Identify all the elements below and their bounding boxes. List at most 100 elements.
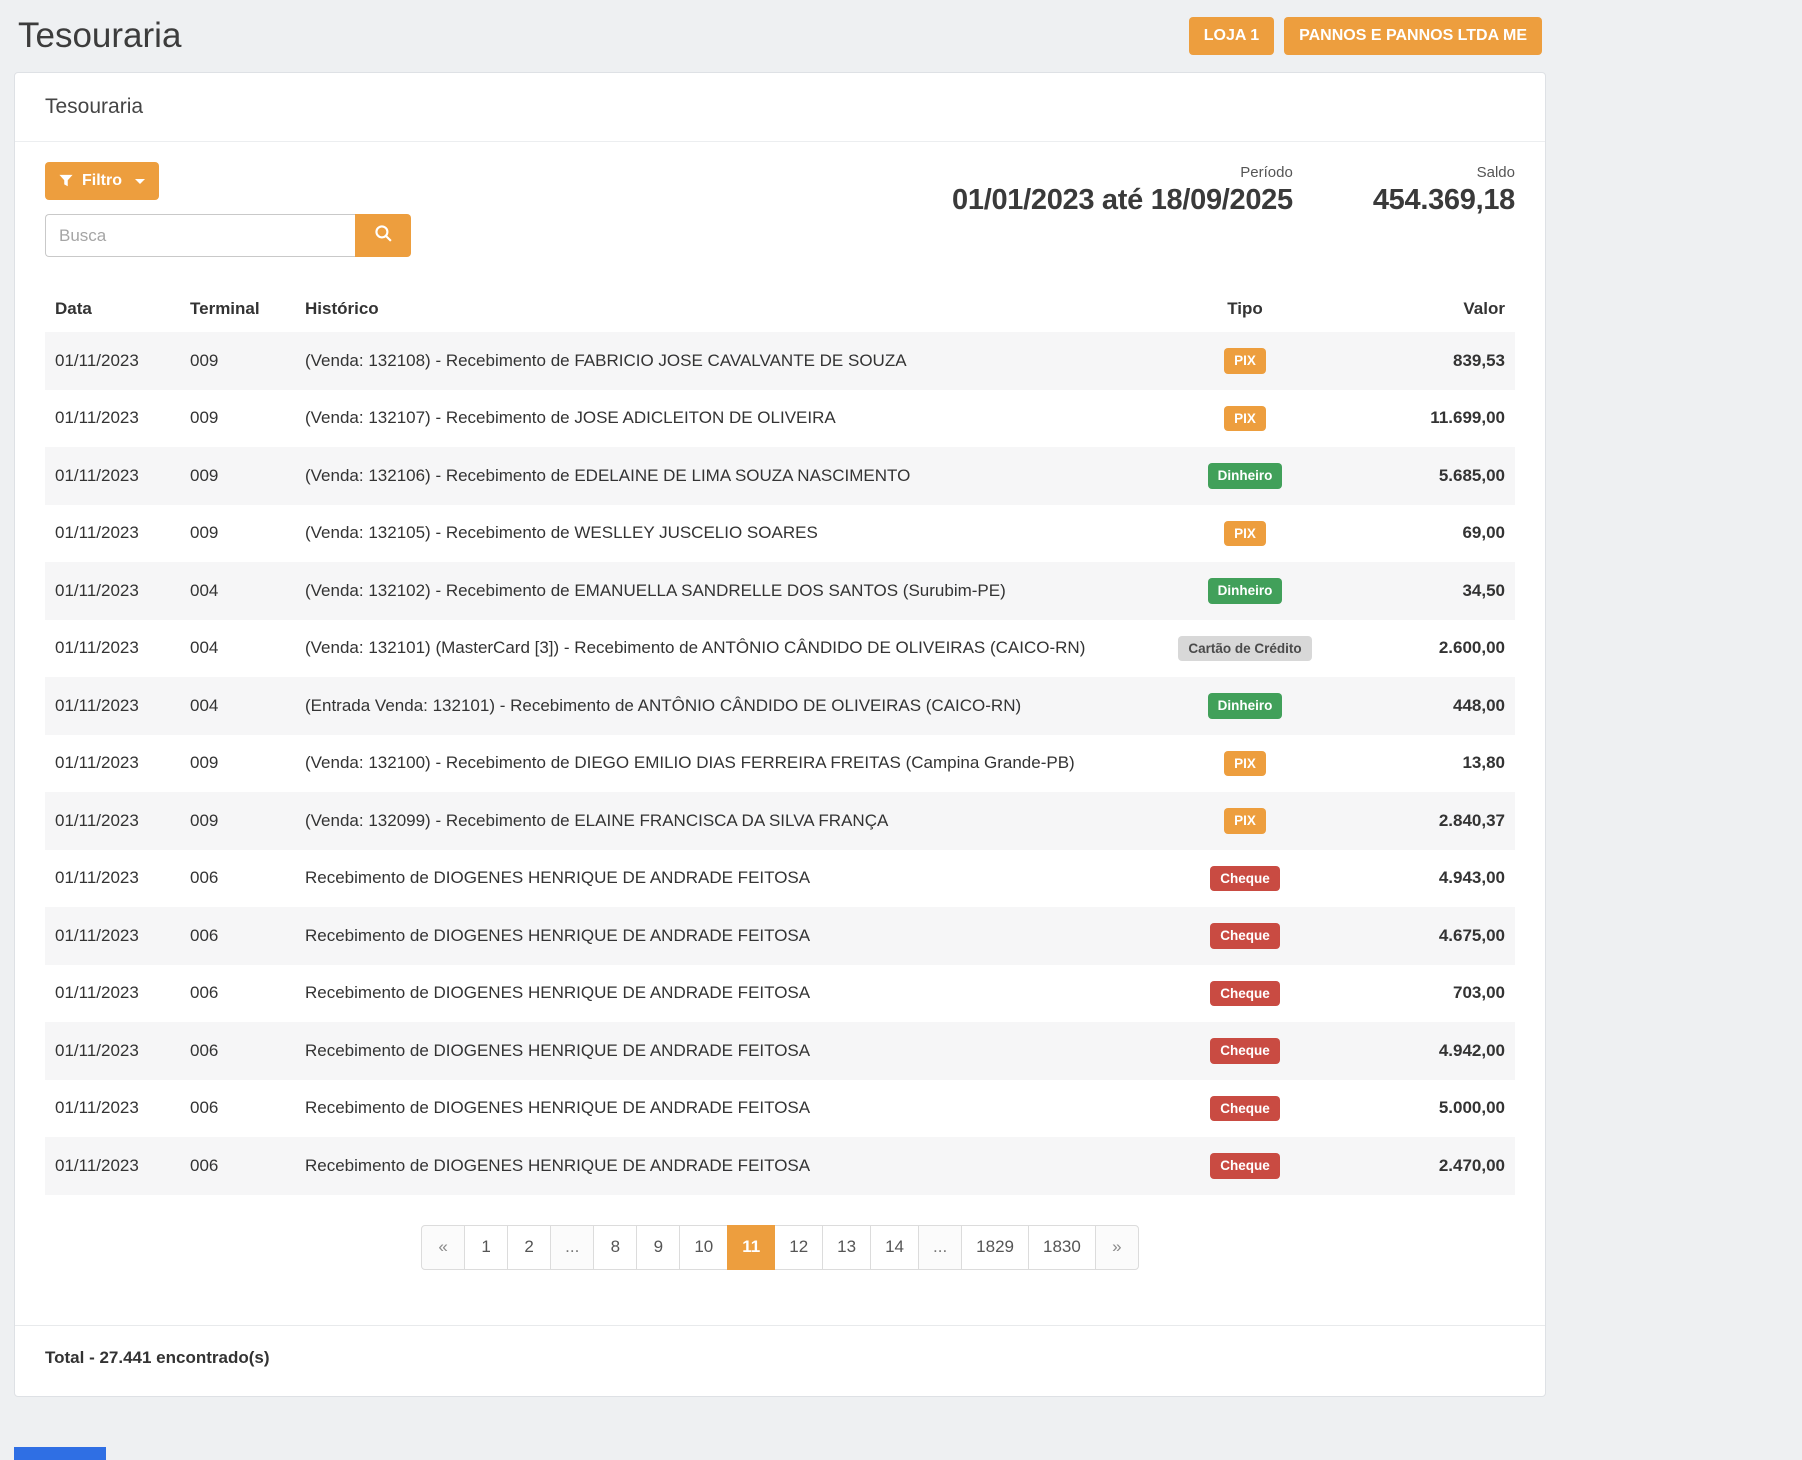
page-button[interactable]: 9 (636, 1225, 680, 1270)
toolbar-stats: Período 01/01/2023 até 18/09/2025 Saldo … (952, 164, 1515, 217)
table-row[interactable]: 01/11/2023004(Venda: 132101) (MasterCard… (45, 620, 1515, 678)
table-row[interactable]: 01/11/2023009(Venda: 132106) - Recebimen… (45, 447, 1515, 505)
filter-button-label: Filtro (82, 172, 122, 190)
search-row (45, 214, 411, 257)
topbar: Tesouraria LOJA 1 PANNOS E PANNOS LTDA M… (14, 12, 1546, 72)
col-header-data: Data (45, 286, 180, 332)
cell-terminal: 004 (180, 677, 295, 735)
table-row[interactable]: 01/11/2023009(Venda: 132107) - Recebimen… (45, 390, 1515, 448)
cell-value: 13,80 (1360, 735, 1515, 793)
cell-history: (Entrada Venda: 132101) - Recebimento de… (295, 677, 1130, 735)
page-button[interactable]: 1830 (1028, 1225, 1096, 1270)
cell-terminal: 009 (180, 505, 295, 563)
page-button[interactable]: 1829 (961, 1225, 1029, 1270)
cell-history: (Venda: 132106) - Recebimento de EDELAIN… (295, 447, 1130, 505)
table-row[interactable]: 01/11/2023006Recebimento de DIOGENES HEN… (45, 1022, 1515, 1080)
tesouraria-card: Tesouraria Filtro (14, 72, 1546, 1397)
saldo-value: 454.369,18 (1373, 184, 1515, 217)
cell-history: Recebimento de DIOGENES HENRIQUE DE ANDR… (295, 1022, 1130, 1080)
page-button[interactable]: 8 (593, 1225, 637, 1270)
table-row[interactable]: 01/11/2023006Recebimento de DIOGENES HEN… (45, 1137, 1515, 1195)
saldo-label: Saldo (1373, 164, 1515, 181)
type-badge: Cheque (1210, 1153, 1280, 1179)
page-button[interactable]: 14 (870, 1225, 919, 1270)
table-row[interactable]: 01/11/2023004(Entrada Venda: 132101) - R… (45, 677, 1515, 735)
cell-terminal: 004 (180, 562, 295, 620)
cell-value: 2.840,37 (1360, 792, 1515, 850)
table-row[interactable]: 01/11/2023004(Venda: 132102) - Recebimen… (45, 562, 1515, 620)
cell-type: Cheque (1130, 907, 1360, 965)
cell-value: 703,00 (1360, 965, 1515, 1023)
card-header: Tesouraria (15, 73, 1545, 142)
col-header-historico: Histórico (295, 286, 1130, 332)
total-count: Total - 27.441 encontrado(s) (45, 1348, 270, 1367)
cell-value: 4.942,00 (1360, 1022, 1515, 1080)
page-button[interactable]: 1 (464, 1225, 508, 1270)
page-button[interactable]: 12 (774, 1225, 823, 1270)
cell-history: (Venda: 132108) - Recebimento de FABRICI… (295, 332, 1130, 390)
table-row[interactable]: 01/11/2023006Recebimento de DIOGENES HEN… (45, 850, 1515, 908)
table-row[interactable]: 01/11/2023006Recebimento de DIOGENES HEN… (45, 965, 1515, 1023)
chevron-down-icon (135, 179, 145, 184)
cell-type: Cheque (1130, 965, 1360, 1023)
cell-value: 839,53 (1360, 332, 1515, 390)
type-badge: Cartão de Crédito (1178, 636, 1311, 662)
cell-history: (Venda: 132099) - Recebimento de ELAINE … (295, 792, 1130, 850)
page-button[interactable]: 2 (507, 1225, 551, 1270)
cell-date: 01/11/2023 (45, 620, 180, 678)
cell-value: 2.600,00 (1360, 620, 1515, 678)
filter-icon (59, 174, 73, 188)
cell-type: PIX (1130, 332, 1360, 390)
period-value: 01/01/2023 até 18/09/2025 (952, 184, 1293, 217)
company-button[interactable]: PANNOS E PANNOS LTDA ME (1284, 17, 1542, 55)
cell-terminal: 004 (180, 620, 295, 678)
card-body: Filtro Período (15, 142, 1545, 1325)
table-row[interactable]: 01/11/2023009(Venda: 132105) - Recebimen… (45, 505, 1515, 563)
card-title: Tesouraria (45, 95, 143, 118)
type-badge: PIX (1224, 808, 1266, 834)
cell-value: 11.699,00 (1360, 390, 1515, 448)
cell-terminal: 006 (180, 1022, 295, 1080)
type-badge: Cheque (1210, 866, 1280, 892)
cell-history: (Venda: 132102) - Recebimento de EMANUEL… (295, 562, 1130, 620)
type-badge: Cheque (1210, 981, 1280, 1007)
card-footer: Total - 27.441 encontrado(s) (15, 1325, 1545, 1396)
filter-button[interactable]: Filtro (45, 162, 159, 200)
cell-value: 34,50 (1360, 562, 1515, 620)
cell-date: 01/11/2023 (45, 677, 180, 735)
table-row[interactable]: 01/11/2023009(Venda: 132100) - Recebimen… (45, 735, 1515, 793)
cell-terminal: 009 (180, 792, 295, 850)
type-badge: Cheque (1210, 1096, 1280, 1122)
table-row[interactable]: 01/11/2023006Recebimento de DIOGENES HEN… (45, 1080, 1515, 1138)
cell-terminal: 009 (180, 735, 295, 793)
store-button[interactable]: LOJA 1 (1189, 17, 1274, 55)
type-badge: Dinheiro (1208, 578, 1283, 604)
page-button[interactable]: 10 (679, 1225, 728, 1270)
cell-date: 01/11/2023 (45, 562, 180, 620)
cell-date: 01/11/2023 (45, 907, 180, 965)
cell-terminal: 009 (180, 447, 295, 505)
table-row[interactable]: 01/11/2023009(Venda: 132099) - Recebimen… (45, 792, 1515, 850)
toolbar: Filtro Período (45, 162, 1515, 262)
col-header-valor: Valor (1360, 286, 1515, 332)
table-row[interactable]: 01/11/2023006Recebimento de DIOGENES HEN… (45, 907, 1515, 965)
bottom-blue-strip (14, 1447, 106, 1460)
prev-page-button[interactable]: « (421, 1225, 465, 1270)
next-page-button[interactable]: » (1095, 1225, 1139, 1270)
cell-type: Cheque (1130, 1137, 1360, 1195)
type-badge: PIX (1224, 406, 1266, 432)
search-input[interactable] (45, 214, 355, 257)
type-badge: Dinheiro (1208, 463, 1283, 489)
topbar-actions: LOJA 1 PANNOS E PANNOS LTDA ME (1189, 17, 1542, 55)
cell-date: 01/11/2023 (45, 505, 180, 563)
table-row[interactable]: 01/11/2023009(Venda: 132108) - Recebimen… (45, 332, 1515, 390)
page-button[interactable]: 11 (727, 1225, 775, 1270)
type-badge: PIX (1224, 348, 1266, 374)
cell-terminal: 006 (180, 1080, 295, 1138)
search-button[interactable] (355, 214, 411, 257)
period-label: Período (952, 164, 1293, 181)
page-button[interactable]: 13 (822, 1225, 871, 1270)
cell-type: Dinheiro (1130, 447, 1360, 505)
cell-history: (Venda: 132105) - Recebimento de WESLLEY… (295, 505, 1130, 563)
period-stat: Período 01/01/2023 até 18/09/2025 (952, 164, 1293, 217)
